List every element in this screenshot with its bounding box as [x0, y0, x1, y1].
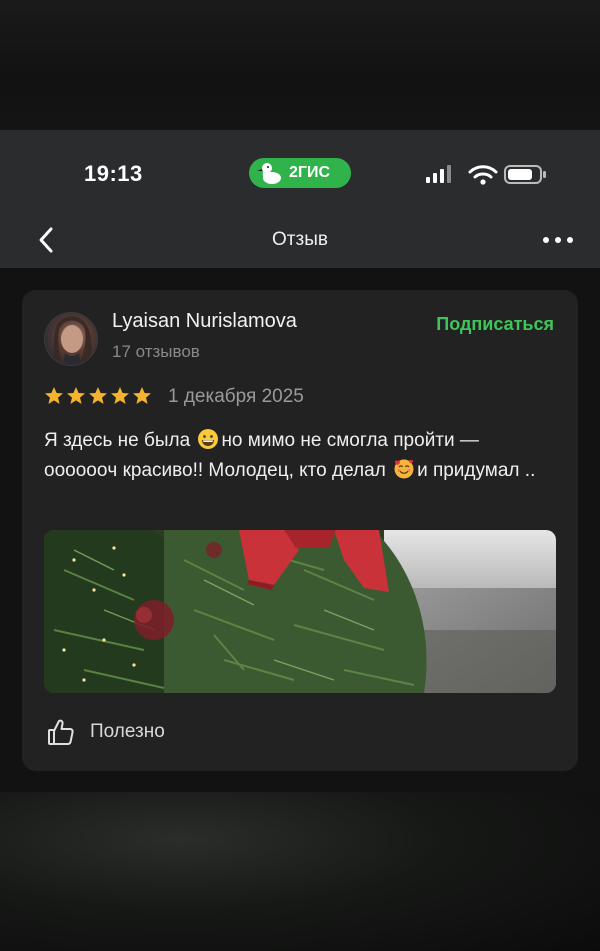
- cellular-signal-icon: [426, 165, 451, 183]
- star-icon: [45, 387, 63, 404]
- chevron-left-icon: [39, 227, 53, 253]
- more-button[interactable]: [536, 222, 580, 258]
- subscribe-button[interactable]: Подписаться: [436, 314, 554, 335]
- review-date: 1 декабря 2025: [168, 386, 304, 407]
- back-button[interactable]: [28, 222, 64, 258]
- helpful-label: Полезно: [90, 721, 165, 742]
- review-text: Я здесь не была но мимо не смогла пройти…: [44, 426, 554, 486]
- screenshot-frame: 19:13 2ГИС Отзыв Lyaisan Nurislamova 17 …: [0, 130, 600, 792]
- navigation-bar: Отзыв: [0, 212, 600, 268]
- author-name[interactable]: Lyaisan Nurislamova: [112, 310, 297, 333]
- thumbs-up-icon: [48, 719, 74, 745]
- christmas-tree-with-red-bow-photo: [44, 530, 556, 693]
- wifi-icon: [468, 165, 498, 185]
- page-title: Отзыв: [272, 229, 328, 250]
- status-bar: 19:13 2ГИС: [0, 130, 600, 212]
- top-blurred-background: [0, 0, 600, 130]
- rating-stars: [44, 386, 152, 408]
- avatar-photo: [53, 316, 92, 365]
- avatar[interactable]: [44, 312, 98, 366]
- review-text-part: и придумал ..: [417, 460, 536, 481]
- status-icons: [426, 165, 546, 185]
- review-card: Lyaisan Nurislamova 17 отзывов Подписать…: [22, 290, 578, 771]
- star-icon: [89, 387, 107, 404]
- app-badge-label: 2ГИС: [289, 164, 331, 181]
- 2gis-bird-icon: [257, 163, 281, 184]
- author-reviews-count: 17 отзывов: [112, 342, 200, 361]
- smiling-face-with-hearts-emoji: [394, 459, 414, 479]
- star-icon: [67, 387, 85, 404]
- app-badge[interactable]: 2ГИС: [249, 158, 351, 188]
- star-icon: [133, 387, 151, 404]
- review-photo[interactable]: [44, 530, 556, 693]
- battery-icon: [504, 165, 546, 184]
- grinning-face-emoji: [198, 429, 219, 449]
- more-horizontal-icon: [543, 237, 573, 243]
- helpful-button[interactable]: Полезно: [46, 714, 165, 750]
- star-icon: [111, 387, 129, 404]
- status-time: 19:13: [84, 161, 143, 186]
- review-text-part: Я здесь не была: [44, 430, 196, 451]
- bottom-blurred-background: [0, 792, 600, 951]
